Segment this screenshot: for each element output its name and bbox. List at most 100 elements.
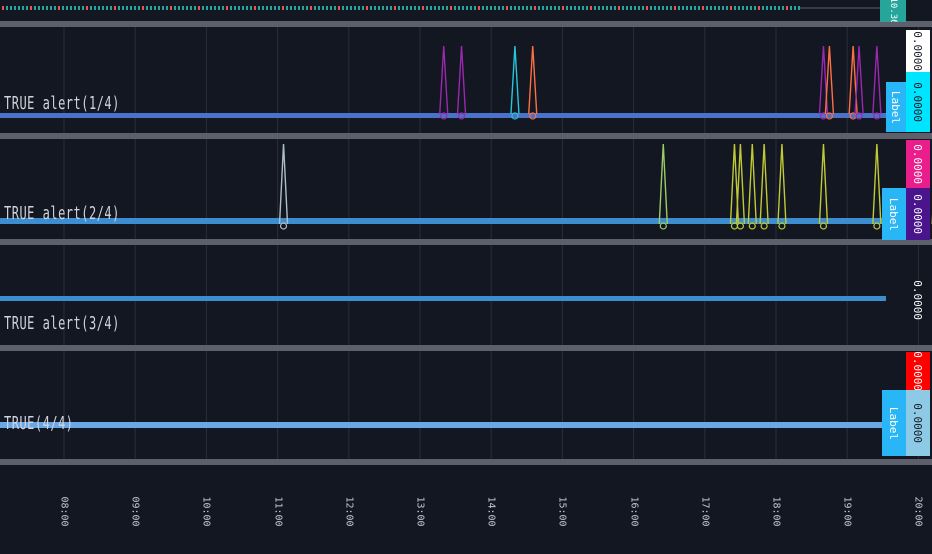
top-strip-candle — [658, 6, 660, 10]
top-strip-candle — [190, 6, 192, 10]
top-strip-candle — [402, 6, 404, 10]
top-strip-candle — [370, 6, 372, 10]
top-strip-candle — [690, 6, 692, 10]
top-strip-candle — [750, 6, 752, 10]
top-strip-candle — [530, 6, 532, 10]
top-strip-candle — [50, 6, 52, 10]
top-strip-candle — [122, 6, 124, 10]
chart-canvas[interactable] — [0, 0, 932, 550]
top-strip-candle — [622, 6, 624, 10]
pane-2-top-value-badge: 0.0000 — [906, 140, 930, 188]
top-strip-candle — [406, 6, 408, 10]
pane-2-signal-spike — [735, 143, 746, 225]
top-strip-candle — [162, 6, 164, 10]
top-strip-candle — [570, 6, 572, 10]
pane-1-label-tag: Label — [886, 82, 906, 132]
pane-1-signal-spike — [510, 45, 520, 115]
pane-4-title: TRUE(4/4) — [4, 412, 74, 434]
time-axis-label: 20:00 — [912, 496, 924, 527]
top-strip-candle — [194, 6, 196, 10]
top-strip-candle — [682, 6, 684, 10]
top-strip-candle — [106, 6, 108, 10]
top-strip-candle — [186, 6, 188, 10]
top-strip-candle — [258, 6, 260, 10]
top-strip-candle — [358, 6, 360, 10]
top-strip-candle — [574, 6, 576, 10]
top-strip-candle — [62, 6, 64, 10]
top-strip-candle — [354, 6, 356, 10]
top-strip-candle — [654, 6, 656, 10]
top-strip-candle — [382, 6, 384, 10]
top-strip-candle — [486, 6, 488, 10]
top-strip-candle — [298, 6, 300, 10]
top-strip-candle — [318, 6, 320, 10]
top-strip-candle — [618, 6, 620, 10]
pane-1-title: TRUE alert(1/4) — [4, 92, 120, 114]
top-strip-candle — [206, 6, 208, 10]
top-strip-candle — [510, 6, 512, 10]
top-strip-candle — [126, 6, 128, 10]
top-strip-candle — [350, 6, 352, 10]
top-strip-candle — [374, 6, 376, 10]
top-strip-candle — [38, 6, 40, 10]
pane-1-signal-spike — [872, 45, 882, 115]
top-strip-candle — [470, 6, 472, 10]
top-strip-candle — [366, 6, 368, 10]
top-strip-candle — [734, 6, 736, 10]
top-strip-candle — [142, 6, 144, 10]
top-strip-candle — [2, 6, 4, 10]
top-strip-candle — [562, 6, 564, 10]
top-strip-candle — [290, 6, 292, 10]
top-strip-candle — [634, 6, 636, 10]
top-strip-candle — [146, 6, 148, 10]
top-strip-candle — [582, 6, 584, 10]
chart-area[interactable]: TRUE alert(1/4) TRUE alert(2/4) TRUE ale… — [0, 0, 932, 550]
top-strip-candle — [522, 6, 524, 10]
top-strip-candle — [490, 6, 492, 10]
top-strip-candle — [506, 6, 508, 10]
top-strip-candle — [266, 6, 268, 10]
top-strip-candle — [726, 6, 728, 10]
top-strip-candle — [170, 6, 172, 10]
pane-1-signal-spike — [456, 45, 467, 115]
top-strip-candle — [150, 6, 152, 10]
top-strip-candle — [694, 6, 696, 10]
top-strip-candle — [286, 6, 288, 10]
top-strip-candle — [758, 6, 760, 10]
time-axis-label: 10:00 — [200, 496, 212, 527]
top-strip-candle — [242, 6, 244, 10]
top-strip-candle — [254, 6, 256, 10]
top-strip-candle — [42, 6, 44, 10]
time-axis-label: 19:00 — [841, 496, 853, 527]
top-strip-candle — [710, 6, 712, 10]
top-strip-candle — [430, 6, 432, 10]
top-strip-candle — [378, 6, 380, 10]
top-strip-candle — [22, 6, 24, 10]
top-strip-candle — [6, 6, 8, 10]
top-strip-candle — [558, 6, 560, 10]
pane-separator — [0, 345, 932, 351]
pane-2-signal-spike — [777, 143, 787, 225]
top-strip-candle — [182, 6, 184, 10]
top-strip-candle — [542, 6, 544, 10]
top-strip-candle — [306, 6, 308, 10]
top-strip-candle — [686, 6, 688, 10]
top-strip-candle — [590, 6, 592, 10]
pane-2-signal-spike — [818, 143, 829, 225]
top-strip-candle — [138, 6, 140, 10]
pane-separator — [0, 459, 932, 465]
top-strip-candle — [478, 6, 480, 10]
top-strip-candle — [454, 6, 456, 10]
top-strip-candle — [238, 6, 240, 10]
top-strip-candle — [714, 6, 716, 10]
top-strip-candle — [414, 6, 416, 10]
pane-separator — [0, 133, 932, 139]
top-strip-candle — [26, 6, 28, 10]
top-strip-candle — [346, 6, 348, 10]
top-strip-candle — [222, 6, 224, 10]
top-strip-candle — [494, 6, 496, 10]
top-strip-candle — [502, 6, 504, 10]
top-strip-candle — [798, 6, 800, 10]
top-strip-candle — [498, 6, 500, 10]
top-strip-candle — [722, 6, 724, 10]
